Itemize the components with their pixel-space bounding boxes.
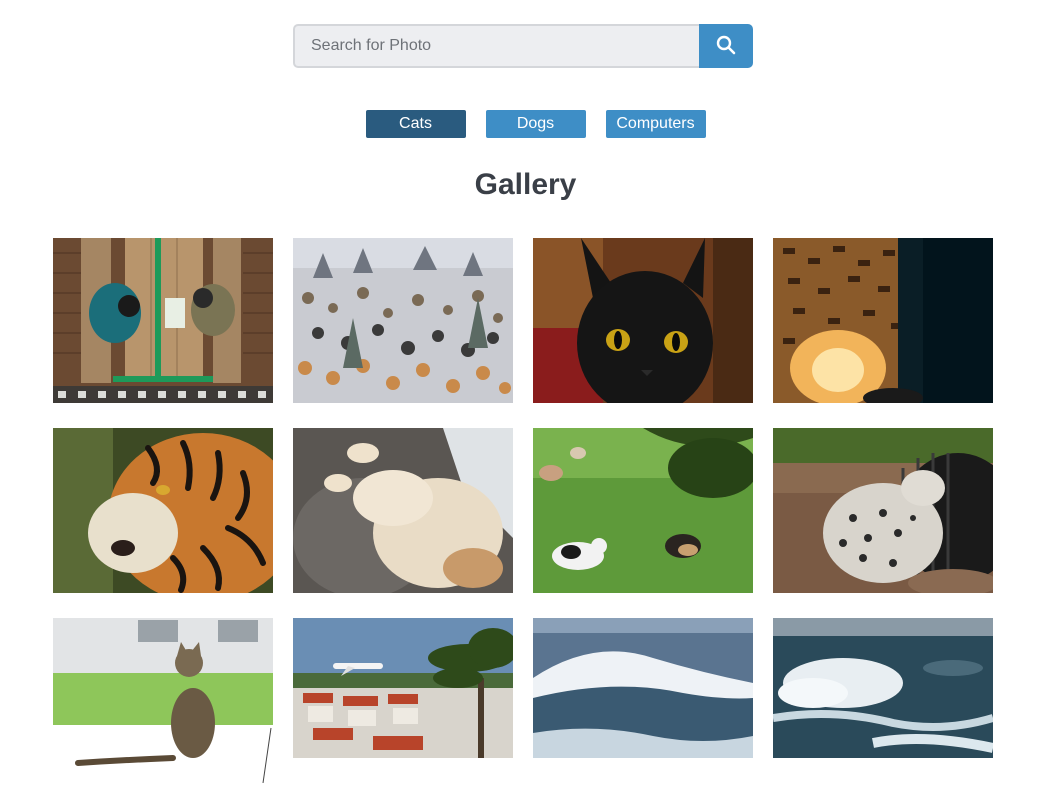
filter-cats-button[interactable]: Cats (365, 110, 466, 138)
search-bar (293, 24, 753, 68)
photo-tile-lamp[interactable] (773, 238, 993, 403)
photo-tile-black-cat[interactable] (533, 238, 753, 403)
photo-tile-snowy-cats-painting[interactable] (293, 238, 513, 403)
photo-grid (53, 238, 993, 783)
photo-tile-cats-on-grass[interactable] (533, 428, 753, 593)
gallery-title: Gallery (474, 168, 577, 201)
photo-tile-picnic-table[interactable] (53, 238, 273, 403)
filter-computers-button[interactable]: Computers (605, 110, 706, 138)
photo-tile-tabby-cat[interactable] (53, 618, 273, 783)
photo-tile-rough-sea[interactable] (773, 618, 993, 783)
search-input[interactable] (293, 24, 699, 68)
photo-tile-snow-leopard[interactable] (773, 428, 993, 593)
photo-tile-ocean-wave[interactable] (533, 618, 753, 783)
photo-tile-fluffy-cat[interactable] (293, 428, 513, 593)
search-button[interactable] (699, 24, 753, 68)
photo-tile-airplane-town[interactable] (293, 618, 513, 783)
category-filters: Cats Dogs Computers (0, 110, 1051, 138)
search-icon (716, 35, 736, 58)
filter-dogs-button[interactable]: Dogs (485, 110, 586, 138)
photo-tile-tiger[interactable] (53, 428, 273, 593)
